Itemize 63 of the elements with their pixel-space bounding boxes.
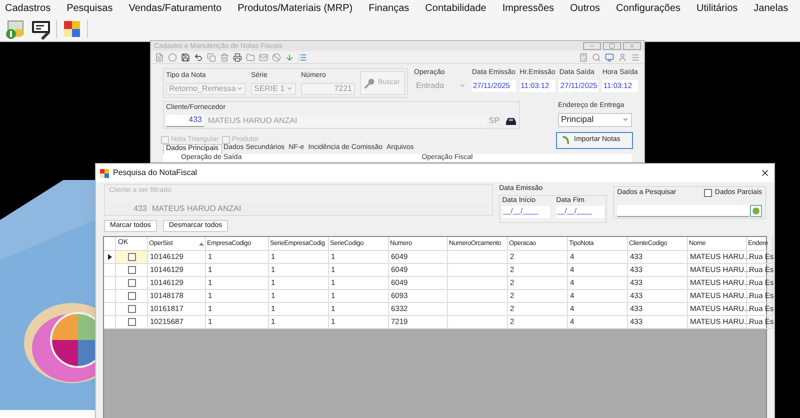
menu-item[interactable]: Configurações (614, 1, 683, 16)
menu-item[interactable]: Produtos/Materiais (MRP) (236, 1, 355, 16)
money-stack-icon[interactable] (4, 18, 26, 40)
chevron-down-icon (236, 85, 243, 92)
copy-icon[interactable] (207, 52, 216, 62)
arrow-down-icon[interactable] (285, 52, 294, 62)
checkbox[interactable] (128, 279, 136, 287)
circle-icon[interactable] (168, 52, 177, 62)
close-icon[interactable] (760, 168, 770, 178)
menu-item[interactable]: Contabilidade (423, 1, 488, 16)
trash-icon[interactable] (220, 52, 229, 62)
key-icon (364, 78, 375, 88)
client-name-field: MATEUS HARUO ANZAI (152, 202, 242, 214)
sort-ascending-icon (199, 242, 204, 246)
dialog-title: Pesquisa do NotaFiscal (113, 167, 198, 179)
menu-icon[interactable] (631, 52, 640, 62)
monitor-pen-icon[interactable] (30, 18, 52, 40)
address-dropdown[interactable]: Principal (558, 112, 632, 126)
document-icon[interactable] (155, 52, 164, 62)
printer-icon[interactable] (233, 52, 242, 62)
save-icon[interactable] (181, 52, 190, 62)
checkbox[interactable] (128, 305, 136, 313)
search-field[interactable] (617, 204, 749, 216)
user-icon[interactable] (618, 52, 627, 62)
minimize-icon (589, 43, 595, 49)
color-blocks-icon[interactable] (61, 18, 83, 40)
mail-icon[interactable] (259, 52, 268, 62)
menu-item[interactable]: Outros (568, 1, 602, 16)
checkbox[interactable] (704, 189, 712, 198)
list-icon[interactable] (298, 52, 307, 62)
go-icon[interactable] (750, 204, 762, 216)
checkbox[interactable] (128, 266, 136, 274)
maximize-icon (609, 43, 615, 49)
chevron-down-icon (459, 82, 466, 89)
checkbox[interactable] (128, 292, 136, 300)
undo-icon[interactable] (194, 52, 203, 62)
client-code-field[interactable]: 433 (166, 114, 204, 126)
menu-item[interactable]: Janelas (752, 1, 790, 16)
folder-icon[interactable] (246, 52, 255, 62)
close-icon (629, 43, 635, 49)
minimize-button[interactable] (583, 42, 601, 50)
chevron-down-icon (286, 85, 293, 92)
menu-item[interactable]: Cadastros (3, 1, 53, 16)
maximize-button[interactable] (603, 42, 621, 50)
table-cell (448, 316, 508, 329)
current-row-icon (108, 254, 112, 260)
menu-item[interactable]: Impressões (500, 1, 556, 16)
search-icon[interactable] (592, 52, 601, 62)
menu-item[interactable]: Pesquisas (64, 1, 115, 16)
menu-item[interactable]: Utilitários (694, 1, 740, 16)
chevron-down-icon (622, 116, 629, 123)
menu-item[interactable]: Vendas/Faturamento (126, 1, 224, 16)
color-blocks-icon (100, 168, 109, 178)
cancel-icon[interactable] (272, 52, 281, 62)
calculator-icon[interactable] (579, 52, 588, 62)
monitor-icon[interactable] (605, 52, 614, 62)
checkbox[interactable] (128, 318, 136, 326)
checkbox[interactable] (128, 253, 136, 261)
client-code-field: 433 (109, 202, 147, 214)
close-button[interactable] (623, 42, 641, 50)
state-label: SP (489, 114, 501, 126)
menu-item[interactable]: Finanças (366, 1, 412, 16)
client-name-field: MATEUS HARUO ANZAI (206, 114, 487, 126)
